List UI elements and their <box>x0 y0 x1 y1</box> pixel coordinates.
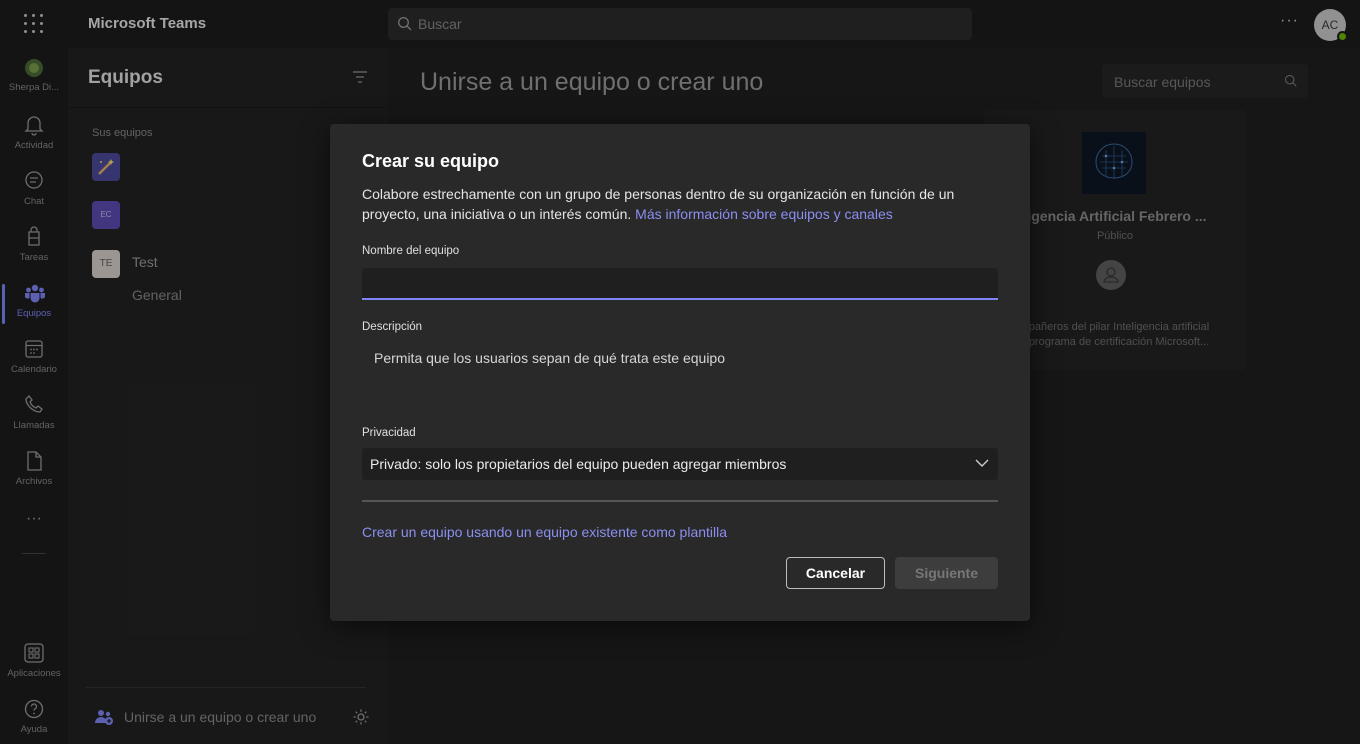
privacy-dropdown[interactable]: Privado: solo los propietarios del equip… <box>362 448 998 480</box>
team-name-label: Nombre del equipo <box>362 245 460 257</box>
description-label: Descripción <box>362 321 423 333</box>
chevron-down-icon <box>975 459 989 467</box>
team-name-input[interactable] <box>362 268 998 300</box>
create-from-template-link[interactable]: Crear un equipo usando un equipo existen… <box>362 524 727 540</box>
dialog-divider <box>362 500 998 502</box>
privacy-selected-value: Privado: solo los propietarios del equip… <box>370 456 787 472</box>
description-textarea[interactable] <box>362 340 998 404</box>
privacy-label: Privacidad <box>362 427 416 439</box>
dialog-description: Colabore estrechamente con un grupo de p… <box>362 184 982 224</box>
cancel-button[interactable]: Cancelar <box>786 557 885 589</box>
learn-more-link[interactable]: Más información sobre equipos y canales <box>635 206 893 222</box>
next-button[interactable]: Siguiente <box>895 557 998 589</box>
dialog-title: Crear su equipo <box>362 151 500 171</box>
create-team-dialog: Crear su equipo Colabore estrechamente c… <box>330 124 1030 621</box>
